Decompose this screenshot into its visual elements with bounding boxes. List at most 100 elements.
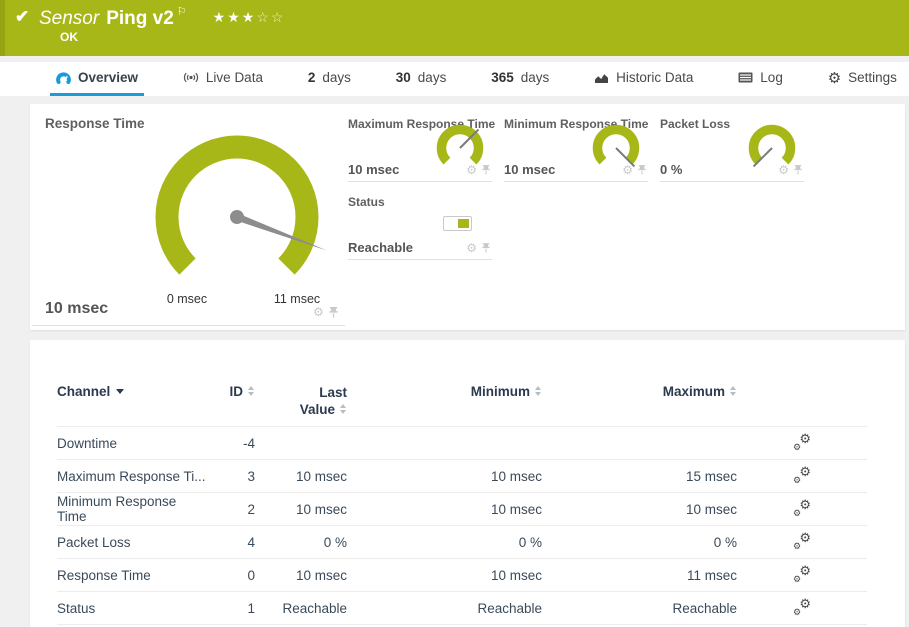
response-time-gauge-title: Response Time (45, 116, 145, 131)
status-toggle-indicator (443, 216, 472, 231)
minimum-response-time-panel: Minimum Response Time 10 msec ⚙ (504, 112, 648, 182)
gauge-actions: ⚙ (466, 163, 490, 177)
last-value: 0 % (255, 535, 347, 550)
status-ok-check-icon: ✔ (15, 7, 29, 27)
sensor-title: SensorPing v2⚐★★★☆☆ (39, 5, 285, 30)
table-row-packet-loss: Packet Loss 4 0 % 0 % 0 % ⚙⚙ (57, 526, 867, 559)
maximum-value: 11 msec (542, 568, 737, 583)
gauge-actions: ⚙ (778, 163, 802, 177)
channels-table-panel: Channel ID LastValue Minimum Maximum Dow… (30, 340, 905, 627)
gauge-actions: ⚙ (466, 241, 490, 255)
priority-stars[interactable]: ★★★☆☆ (213, 9, 286, 25)
panel-value: Reachable (348, 240, 413, 255)
sensor-name: Ping v2 (106, 8, 174, 29)
sort-icon (248, 386, 255, 396)
panel-value: 0 % (660, 162, 682, 177)
table-row-response-time: Response Time 0 10 msec 10 msec 11 msec … (57, 559, 867, 592)
panel-value: 10 msec (348, 162, 399, 177)
column-header-last-value[interactable]: LastValue (255, 384, 347, 418)
live-data-icon (183, 71, 199, 84)
last-value: 10 msec (255, 469, 347, 484)
column-header-channel[interactable]: Channel (57, 384, 207, 399)
channel-settings-icon[interactable]: ⚙⚙ (793, 566, 811, 582)
channel-id: 4 (207, 535, 255, 550)
pin-icon[interactable] (794, 165, 802, 175)
gauge-icon (56, 71, 71, 85)
sensor-status-text: OK (60, 30, 78, 44)
table-row-maximum-response-time: Maximum Response Ti... 3 10 msec 10 msec… (57, 460, 867, 493)
tab-30-days[interactable]: 30 days (390, 62, 453, 96)
sort-icon (340, 404, 347, 414)
pin-icon[interactable] (482, 165, 490, 175)
gauge-actions: ⚙ (313, 305, 338, 319)
maximum-value: Reachable (542, 601, 737, 616)
minimum-value: 0 % (347, 535, 542, 550)
tab-overview[interactable]: Overview (50, 62, 144, 96)
maximum-value: 10 msec (542, 502, 737, 517)
tab-log[interactable]: Log (732, 62, 789, 96)
maximum-response-time-panel: Maximum Response Time 10 msec ⚙ (348, 112, 492, 182)
channel-name[interactable]: Downtime (57, 436, 207, 451)
minimum-value: 10 msec (347, 469, 542, 484)
tab-live-data[interactable]: Live Data (177, 62, 269, 96)
channel-settings-icon[interactable]: ⚙⚙ (793, 599, 811, 615)
channel-settings-icon[interactable]: ⚙⚙ (793, 467, 811, 483)
column-header-minimum[interactable]: Minimum (347, 384, 542, 399)
response-time-value: 10 msec (45, 300, 108, 318)
table-header-row: Channel ID LastValue Minimum Maximum (57, 376, 867, 427)
minimum-value: 10 msec (347, 568, 542, 583)
flag-icon[interactable]: ⚐ (177, 6, 187, 18)
column-header-id[interactable]: ID (207, 384, 255, 399)
channel-id: 0 (207, 568, 255, 583)
channel-name[interactable]: Minimum Response Time (57, 494, 207, 524)
gear-icon[interactable]: ⚙ (313, 305, 324, 319)
historic-data-icon (594, 72, 609, 84)
table-row-minimum-response-time: Minimum Response Time 2 10 msec 10 msec … (57, 493, 867, 526)
sensor-header-bar: ✔ SensorPing v2⚐★★★☆☆ OK (0, 0, 909, 56)
response-time-gauge (137, 117, 337, 317)
last-value: 10 msec (255, 568, 347, 583)
settings-icon: ⚙ (828, 69, 841, 87)
channel-id: 1 (207, 601, 255, 616)
panel-title: Status (348, 190, 492, 209)
last-value: Reachable (255, 601, 347, 616)
channel-name[interactable]: Status (57, 601, 207, 616)
gear-icon[interactable]: ⚙ (466, 241, 477, 255)
divider (32, 325, 345, 326)
gauge-actions: ⚙ (622, 163, 646, 177)
tab-365-days[interactable]: 365 days (485, 62, 555, 96)
gauge-min-label: 0 msec (147, 292, 227, 306)
minimum-value: Reachable (347, 601, 542, 616)
channel-id: 2 (207, 502, 255, 517)
sort-icon (535, 386, 542, 396)
table-row-downtime: Downtime -4 ⚙⚙ (57, 427, 867, 460)
channel-settings-icon[interactable]: ⚙⚙ (793, 434, 811, 450)
pin-icon[interactable] (329, 307, 338, 318)
tab-settings[interactable]: ⚙ Settings (822, 62, 903, 96)
gear-icon[interactable]: ⚙ (778, 163, 789, 177)
maximum-value: 0 % (542, 535, 737, 550)
column-header-maximum[interactable]: Maximum (542, 384, 737, 399)
channel-name[interactable]: Response Time (57, 568, 207, 583)
channel-name[interactable]: Packet Loss (57, 535, 207, 550)
tab-bar: Overview Live Data 2 days 30 days 365 da… (0, 62, 909, 96)
gear-icon[interactable]: ⚙ (466, 163, 477, 177)
status-panel: Status Reachable ⚙ (348, 190, 492, 260)
sort-icon (730, 386, 737, 396)
minimum-value: 10 msec (347, 502, 542, 517)
channels-table: Channel ID LastValue Minimum Maximum Dow… (57, 376, 867, 625)
channel-settings-icon[interactable]: ⚙⚙ (793, 500, 811, 516)
last-value: 10 msec (255, 502, 347, 517)
channel-id: -4 (207, 436, 255, 451)
pin-icon[interactable] (638, 165, 646, 175)
channel-id: 3 (207, 469, 255, 484)
table-row-status: Status 1 Reachable Reachable Reachable ⚙… (57, 592, 867, 625)
pin-icon[interactable] (482, 243, 490, 253)
overview-gauges-panel: Response Time 0 msec 11 msec 10 msec ⚙ M… (30, 104, 905, 330)
tab-2-days[interactable]: 2 days (302, 62, 357, 96)
gear-icon[interactable]: ⚙ (622, 163, 633, 177)
channel-name[interactable]: Maximum Response Ti... (57, 469, 207, 484)
status-toggle-on-block (458, 219, 469, 228)
channel-settings-icon[interactable]: ⚙⚙ (793, 533, 811, 549)
tab-historic-data[interactable]: Historic Data (588, 62, 699, 96)
